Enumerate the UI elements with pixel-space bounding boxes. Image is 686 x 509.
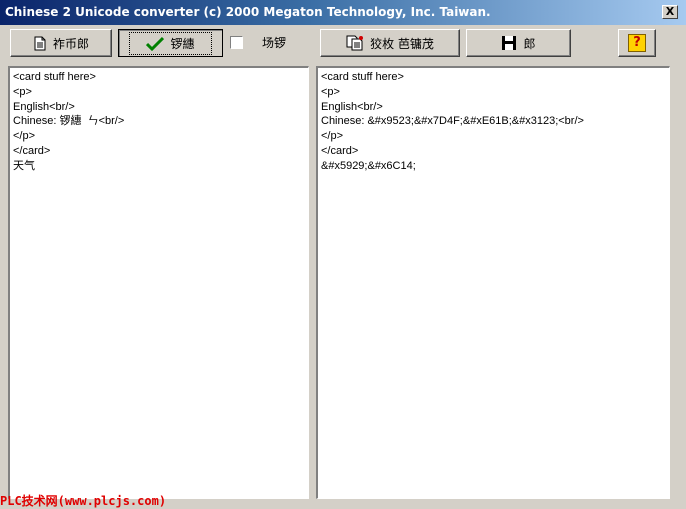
copy-label: 狡枚 芭镛茂 — [370, 36, 434, 51]
close-icon: X — [665, 5, 675, 18]
checkmark-icon — [146, 36, 165, 51]
output-line: </card> — [321, 144, 359, 157]
convert-label: 锣繐 — [170, 36, 195, 51]
convert-button-focus: 锣繐 — [129, 31, 212, 55]
output-line: <card stuff here> — [321, 71, 404, 83]
source-line: Chinese: 锣繐 ㄣ<br/> — [13, 115, 125, 128]
output-text-area[interactable]: <card stuff here> <p> English<br/> Chine… — [316, 66, 670, 499]
help-button[interactable]: ? — [618, 29, 656, 57]
convert-button[interactable]: 锣繐 — [118, 29, 223, 57]
source-line: English<br/> — [13, 100, 75, 113]
source-line: 天气 — [13, 159, 35, 172]
save-label: 郎 — [523, 36, 536, 51]
copy-icon — [346, 35, 364, 51]
close-button[interactable]: X — [662, 5, 678, 19]
converter-window: Chinese 2 Unicode converter (c) 2000 Meg… — [0, 0, 686, 509]
source-line: <card stuff here> — [13, 71, 96, 83]
document-icon — [33, 36, 47, 51]
output-line: &#x5929;&#x6C14; — [321, 159, 416, 172]
title-bar[interactable]: Chinese 2 Unicode converter (c) 2000 Meg… — [0, 0, 686, 25]
open-file-label: 祚币郎 — [52, 36, 89, 51]
output-line: English<br/> — [321, 100, 383, 113]
source-line: <p> — [13, 85, 32, 98]
source-line: </p> — [13, 130, 36, 143]
save-button[interactable]: 郎 — [466, 29, 571, 57]
output-line: </p> — [321, 130, 344, 143]
help-icon: ? — [628, 34, 646, 52]
open-file-button[interactable]: 祚币郎 — [10, 29, 112, 57]
output-line: <p> — [321, 85, 340, 98]
site-watermark: PLC技术网(www.plcjs.com) — [0, 494, 167, 508]
window-title: Chinese 2 Unicode converter (c) 2000 Meg… — [5, 5, 491, 19]
floppy-disk-icon — [501, 35, 517, 51]
convert-option-checkbox[interactable] — [230, 36, 243, 49]
copy-to-clipboard-button[interactable]: 狡枚 芭镛茂 — [320, 29, 460, 57]
output-line: Chinese: &#x9523;&#x7D4F;&#xE61B;&#x3123… — [321, 115, 584, 128]
source-text-area[interactable]: <card stuff here> <p> English<br/> Chine… — [8, 66, 309, 499]
source-line: </card> — [13, 144, 51, 157]
convert-option-label: 场锣 — [262, 36, 287, 50]
